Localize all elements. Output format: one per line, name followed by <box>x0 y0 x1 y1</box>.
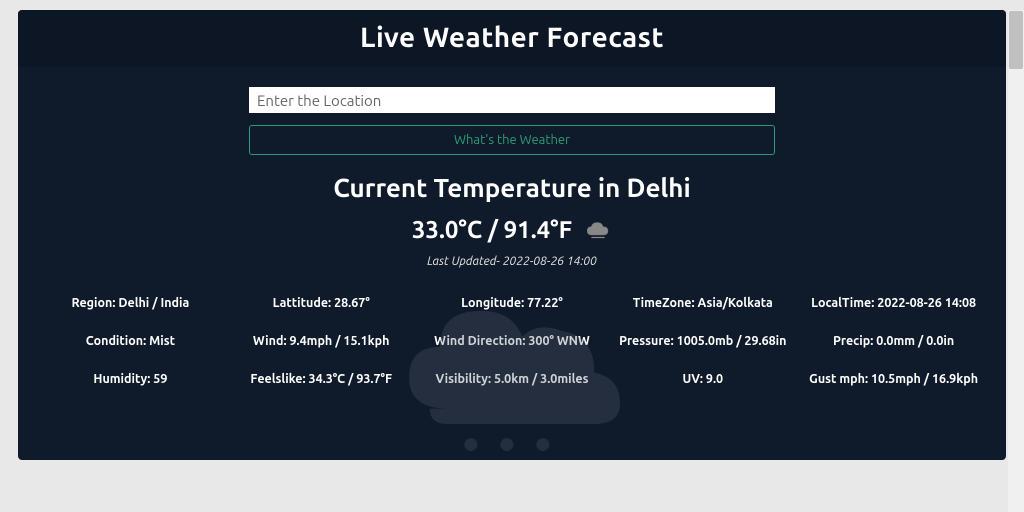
app-title: Live Weather Forecast <box>18 22 1006 53</box>
timezone-value: TimeZone: Asia/Kolkata <box>610 296 795 310</box>
humidity-value: Humidity: 59 <box>38 372 223 386</box>
scrollbar-thumb[interactable] <box>1009 11 1023 69</box>
temperature-value: 33.0°C / 91.4°F <box>412 216 572 243</box>
weather-details-grid: Region: Delhi / India Lattitude: 28.67° … <box>18 274 1006 396</box>
condition-value: Condition: Mist <box>38 334 223 348</box>
search-area: What's the Weather <box>18 67 1006 163</box>
feelslike-value: Feelslike: 34.3°C / 93.7°F <box>229 372 414 386</box>
location-input[interactable] <box>249 87 775 113</box>
wind-value: Wind: 9.4mph / 15.1kph <box>229 334 414 348</box>
weather-app: Live Weather Forecast What's the Weather… <box>18 10 1006 460</box>
visibility-value: Visibility: 5.0km / 3.0miles <box>420 372 605 386</box>
last-updated: Last Updated- 2022-08-26 14:00 <box>18 255 1006 268</box>
wind-direction-value: Wind Direction: 300° WNW <box>420 334 605 348</box>
lattitude-value: Lattitude: 28.67° <box>229 296 414 310</box>
current-temperature-section: Current Temperature in Delhi 33.0°C / 91… <box>18 163 1006 274</box>
localtime-value: LocalTime: 2022-08-26 14:08 <box>801 296 986 310</box>
app-header: Live Weather Forecast <box>18 10 1006 67</box>
gust-value: Gust mph: 10.5mph / 16.9kph <box>801 372 986 386</box>
longitude-value: Longitude: 77.22° <box>420 296 605 310</box>
region-value: Region: Delhi / India <box>38 296 223 310</box>
cloud-icon <box>584 220 612 240</box>
temp-value-row: 33.0°C / 91.4°F <box>412 216 612 243</box>
precip-value: Precip: 0.0mm / 0.0in <box>801 334 986 348</box>
get-weather-button[interactable]: What's the Weather <box>249 125 775 155</box>
pressure-value: Pressure: 1005.0mb / 29.68in <box>610 334 795 348</box>
scrollbar-track[interactable] <box>1008 10 1024 512</box>
uv-value: UV: 9.0 <box>610 372 795 386</box>
current-temp-heading: Current Temperature in Delhi <box>18 173 1006 202</box>
